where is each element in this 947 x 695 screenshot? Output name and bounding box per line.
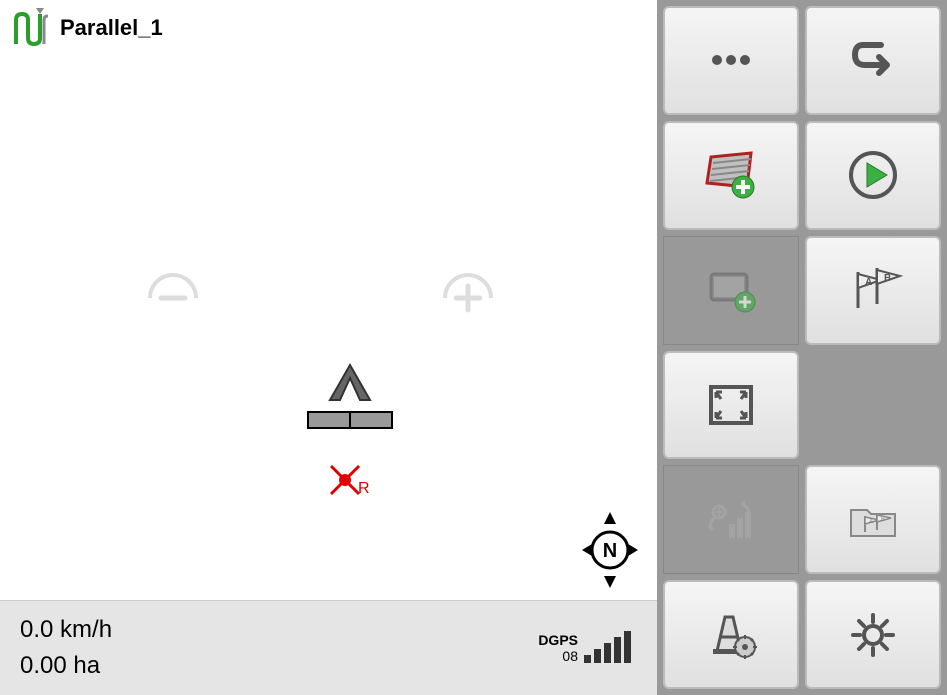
more-options-button[interactable] — [663, 6, 799, 115]
obstacle-settings-button[interactable] — [663, 580, 799, 689]
replay-chart-button[interactable] — [663, 465, 799, 574]
header: Parallel_1 — [10, 8, 163, 48]
gps-satellite-count: 08 — [562, 648, 578, 664]
zoom-out-button[interactable] — [145, 270, 201, 326]
page-title: Parallel_1 — [60, 15, 163, 41]
map-canvas[interactable]: Parallel_1 R — [0, 0, 657, 695]
ab-flags-button[interactable]: A B — [805, 236, 941, 345]
vehicle-marker — [300, 360, 400, 450]
zoom-in-button[interactable] — [440, 270, 496, 326]
speed-value: 0.0 km/h — [20, 616, 538, 644]
svg-text:B: B — [881, 517, 885, 523]
fullscreen-button[interactable] — [663, 351, 799, 460]
play-button[interactable] — [805, 121, 941, 230]
status-bar: 0.0 km/h 0.00 ha DGPS 08 — [0, 600, 657, 695]
settings-button[interactable] — [805, 580, 941, 689]
empty-slot — [805, 351, 941, 460]
area-value: 0.00 ha — [20, 652, 538, 680]
parallel-track-icon — [10, 8, 50, 48]
add-boundary-button[interactable] — [663, 236, 799, 345]
svg-text:A: A — [869, 519, 873, 525]
svg-text:B: B — [884, 273, 891, 284]
gps-status: DGPS 08 — [538, 627, 637, 670]
add-field-button[interactable] — [663, 121, 799, 230]
reference-point-label: R — [358, 480, 370, 498]
flag-folder-button[interactable]: A B — [805, 465, 941, 574]
compass-icon[interactable]: N — [580, 510, 640, 590]
signal-bars-icon — [582, 627, 637, 670]
back-button[interactable] — [805, 6, 941, 115]
svg-text:A: A — [865, 277, 872, 288]
gps-mode-label: DGPS — [538, 632, 578, 648]
svg-text:N: N — [603, 540, 617, 562]
side-toolbar: A B — [657, 0, 947, 695]
